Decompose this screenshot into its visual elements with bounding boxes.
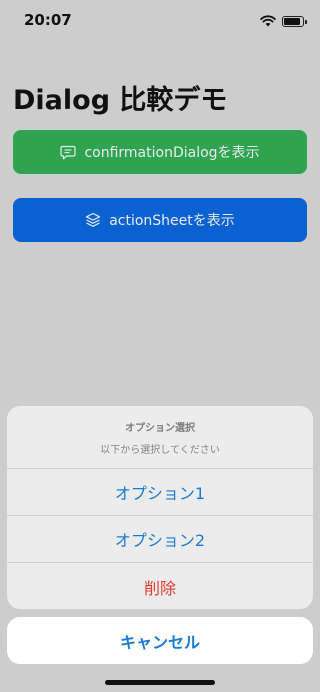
status-bar: 20:07 [0, 0, 320, 40]
wifi-icon [260, 12, 276, 31]
action-sheet: オプション選択 以下から選択してください オプション1 オプション2 削除 [7, 406, 313, 609]
battery-icon [282, 16, 307, 27]
home-indicator[interactable] [105, 680, 215, 685]
sheet-title: オプション選択 [125, 422, 195, 434]
delete-button[interactable]: 削除 [7, 563, 313, 609]
sheet-message: 以下から選択してください [100, 444, 220, 456]
cancel-button[interactable]: キャンセル [7, 617, 313, 664]
sheet-header: オプション選択 以下から選択してください [7, 406, 313, 469]
status-time: 20:07 [24, 11, 72, 29]
show-confirmation-dialog-button[interactable]: confirmationDialogを表示 [13, 130, 307, 174]
option-2-button[interactable]: オプション2 [7, 516, 313, 563]
show-confirmation-dialog-label: confirmationDialogを表示 [84, 145, 260, 161]
show-action-sheet-button[interactable]: actionSheetを表示 [13, 198, 307, 242]
layers-icon [85, 212, 101, 228]
battery-level [284, 18, 301, 25]
show-action-sheet-label: actionSheetを表示 [109, 213, 235, 229]
option-1-button[interactable]: オプション1 [7, 469, 313, 516]
page-title: Dialog 比較デモ [13, 85, 228, 116]
status-icons [260, 12, 307, 31]
message-icon [60, 145, 77, 160]
